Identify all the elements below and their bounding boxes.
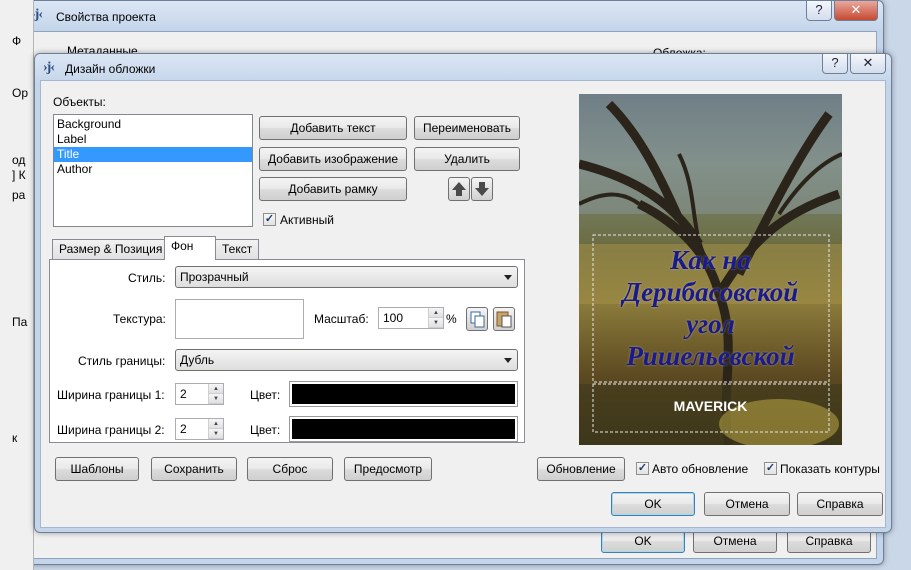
border-width2-spinner[interactable]: 2 ▲ ▼ [175,418,224,440]
delete-button[interactable]: Удалить [414,147,520,171]
list-item-selected[interactable]: Title [54,147,252,162]
add-image-button[interactable]: Добавить изображение [259,147,407,171]
rename-button[interactable]: Переименовать [414,116,520,140]
arrow-down-icon [475,182,489,196]
chevron-down-icon [504,358,512,363]
auto-update-checkbox[interactable]: ✓ [636,462,649,475]
border-style-label: Стиль границы: [78,354,166,368]
left-frag-5: ра [12,188,26,202]
window-title: Свойства проекта [56,10,156,24]
left-frag-4: ] К [12,168,26,182]
cancel-button[interactable]: Отмена [704,492,790,516]
texture-box[interactable] [175,299,304,339]
color1-label: Цвет: [250,388,281,402]
left-panel-fragment: Ф Ор од ] К ра Па к [0,0,34,570]
left-frag-7: к [12,431,18,445]
move-up-button[interactable] [448,177,470,201]
help-title-button[interactable]: ? [806,1,832,21]
cover-author: MAVERICK [673,398,748,414]
move-down-button[interactable] [471,177,493,201]
border-style-value: Дубль [180,353,215,367]
show-outlines-checkbox[interactable]: ✓ [764,462,777,475]
color1-fill [292,384,515,404]
cover-title-line: Ришельевской [626,341,795,371]
close-title-button[interactable]: ✕ [834,1,878,21]
spin-up-icon[interactable]: ▲ [209,419,223,429]
help-button[interactable]: Справка [797,492,883,516]
border-width2-label: Ширина границы 2: [57,423,165,437]
objects-list[interactable]: Background Label Title Author [53,114,253,227]
copy-icon [470,311,485,328]
dialog-close-title-button[interactable]: ✕ [850,54,886,74]
border-style-combobox[interactable]: Дубль [175,349,518,371]
left-frag-3: од [12,153,26,167]
scale-unit: % [446,312,457,326]
dialog-title: Дизайн обложки [65,62,156,76]
color2-label: Цвет: [250,423,281,437]
spin-up-icon[interactable]: ▲ [209,384,223,394]
add-frame-button[interactable]: Добавить рамку [259,177,407,201]
left-frag-6: Па [12,315,28,329]
cover-preview: Как на Дерибасовской угол Ришельевской M… [579,94,842,445]
border-width2-value: 2 [180,422,187,436]
add-text-button[interactable]: Добавить текст [259,116,407,140]
left-frag-1: Ф [12,34,22,48]
style-combobox[interactable]: Прозрачный [175,266,518,288]
tab-size-position[interactable]: Размер & Позиция [52,239,170,260]
scale-spinner[interactable]: 100 ▲ ▼ [378,307,444,329]
preview-button[interactable]: Предосмотр [344,457,432,481]
templates-button[interactable]: Шаблоны [55,457,139,481]
spin-down-icon[interactable]: ▼ [209,429,223,439]
save-button[interactable]: Сохранить [151,457,237,481]
dialog-help-title-button[interactable]: ? [822,54,848,74]
color2-fill [292,419,515,439]
paste-texture-button[interactable] [493,307,515,331]
left-frag-2: Ор [12,86,29,100]
arrow-up-icon [452,182,466,196]
texture-label: Текстура: [113,312,166,326]
list-item[interactable]: Background [54,117,252,132]
spin-up-icon[interactable]: ▲ [429,308,443,318]
chevron-down-icon [504,275,512,280]
objects-label: Объекты: [53,95,106,109]
style-value: Прозрачный [180,270,249,284]
list-item[interactable]: Author [54,162,252,177]
spin-down-icon[interactable]: ▼ [209,394,223,404]
cover-design-dialog: ›j‹ Дизайн обложки ? ✕ Объекты: Backgrou… [34,53,892,533]
style-label: Стиль: [128,271,166,285]
ok-button[interactable]: OK [611,492,695,516]
cover-title-line: угол [686,309,735,339]
cover-title-line: Дерибасовской [622,277,799,307]
dialog-app-icon: ›j‹ [43,60,55,75]
color1-swatch[interactable] [289,381,518,407]
show-outlines-label: Показать контуры [780,462,880,476]
copy-texture-button[interactable] [466,307,488,331]
list-item[interactable]: Label [54,132,252,147]
paste-icon [496,311,512,328]
cover-title: Как на Дерибасовской угол Ришельевской [589,244,832,372]
dialog-client: Объекты: Background Label Title Author Д… [40,80,886,528]
cover-title-line: Как на [670,245,751,275]
border-width1-label: Ширина границы 1: [57,388,165,402]
tab-background[interactable]: Фон [164,236,216,260]
reset-button[interactable]: Сброс [247,457,333,481]
scale-label: Масштаб: [314,312,369,326]
scale-value: 100 [383,311,404,325]
spin-down-icon[interactable]: ▼ [429,318,443,328]
border-width1-value: 2 [180,387,187,401]
app-icon: ›j‹ [31,7,43,22]
auto-update-label: Авто обновление [652,462,749,476]
color2-swatch[interactable] [289,416,518,442]
active-checkbox-label: Активный [280,213,334,227]
active-checkbox[interactable]: ✓ [263,213,276,226]
tab-text[interactable]: Текст [215,239,260,260]
border-width1-spinner[interactable]: 2 ▲ ▼ [175,383,224,405]
refresh-button[interactable]: Обновление [537,457,625,481]
